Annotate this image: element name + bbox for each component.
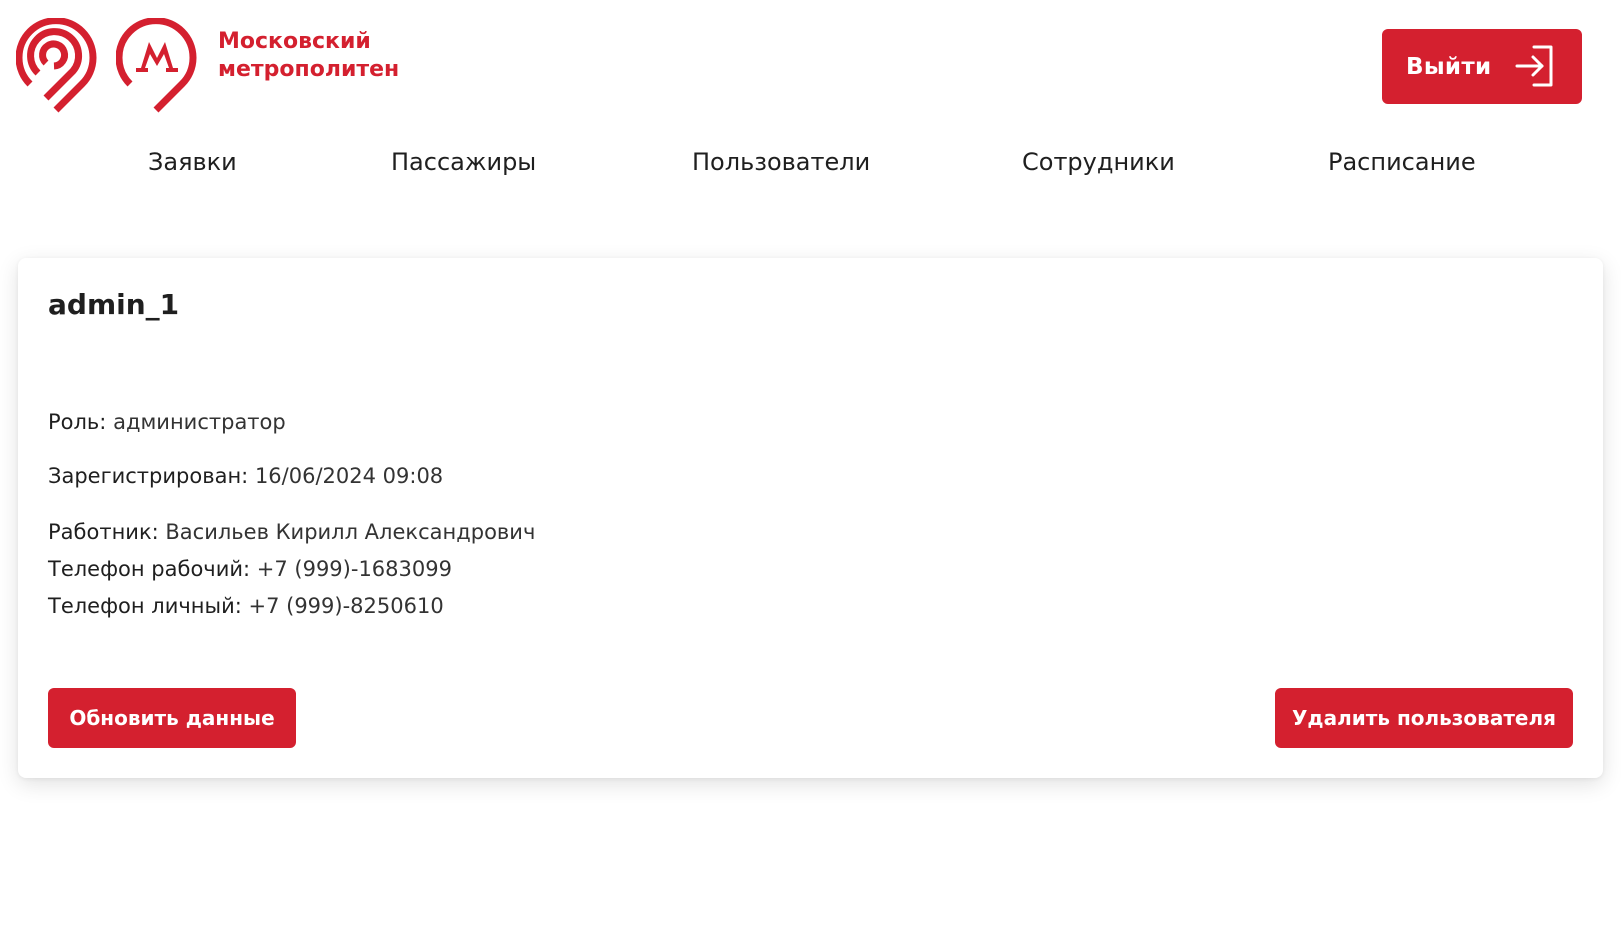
logout-arrow-icon <box>1515 45 1553 87</box>
brand-line-1: Московский <box>218 29 371 54</box>
registered-row: Зарегистрирован: 16/06/2024 09:08 <box>48 464 443 488</box>
nav-item-passengers[interactable]: Пассажиры <box>391 148 536 176</box>
personal-phone-value: +7 (999)-8250610 <box>248 594 444 618</box>
worker-value: Васильев Кирилл Александрович <box>165 520 536 544</box>
role-row: Роль: администратор <box>48 410 286 434</box>
logout-label: Выйти <box>1406 53 1492 80</box>
worker-row: Работник: Васильев Кирилл Александрович <box>48 520 535 544</box>
personal-phone-label: Телефон личный: <box>48 594 242 618</box>
work-phone-value: +7 (999)-1683099 <box>256 557 452 581</box>
main-nav: Заявки Пассажиры Пользователи Сотрудники… <box>0 140 1621 188</box>
role-value: администратор <box>113 410 286 434</box>
header: Московский метрополитен Выйти <box>0 0 1621 120</box>
worker-label: Работник: <box>48 520 159 544</box>
work-phone-label: Телефон рабочий: <box>48 557 251 581</box>
nav-item-users[interactable]: Пользователи <box>692 148 870 176</box>
user-name-title: admin_1 <box>48 288 180 321</box>
work-phone-row: Телефон рабочий: +7 (999)-1683099 <box>48 557 452 581</box>
logout-button[interactable]: Выйти <box>1382 29 1582 104</box>
personal-phone-row: Телефон личный: +7 (999)-8250610 <box>48 594 444 618</box>
role-label: Роль: <box>48 410 107 434</box>
registered-value: 16/06/2024 09:08 <box>254 464 444 488</box>
brand-logo[interactable]: Московский метрополитен <box>16 18 399 114</box>
registered-label: Зарегистрирован: <box>48 464 249 488</box>
metro-pin-rings-icon <box>16 18 97 113</box>
brand-line-2: метрополитен <box>218 57 400 82</box>
update-data-button[interactable]: Обновить данные <box>48 688 296 748</box>
nav-item-schedule[interactable]: Расписание <box>1328 148 1476 176</box>
metro-m-pin-icon <box>116 18 197 113</box>
delete-user-button[interactable]: Удалить пользователя <box>1275 688 1573 748</box>
nav-item-requests[interactable]: Заявки <box>148 148 237 176</box>
brand-name: Московский метрополитен <box>218 28 399 84</box>
user-card: admin_1 Роль: администратор Зарегистриро… <box>18 258 1603 778</box>
nav-item-employees[interactable]: Сотрудники <box>1022 148 1175 176</box>
